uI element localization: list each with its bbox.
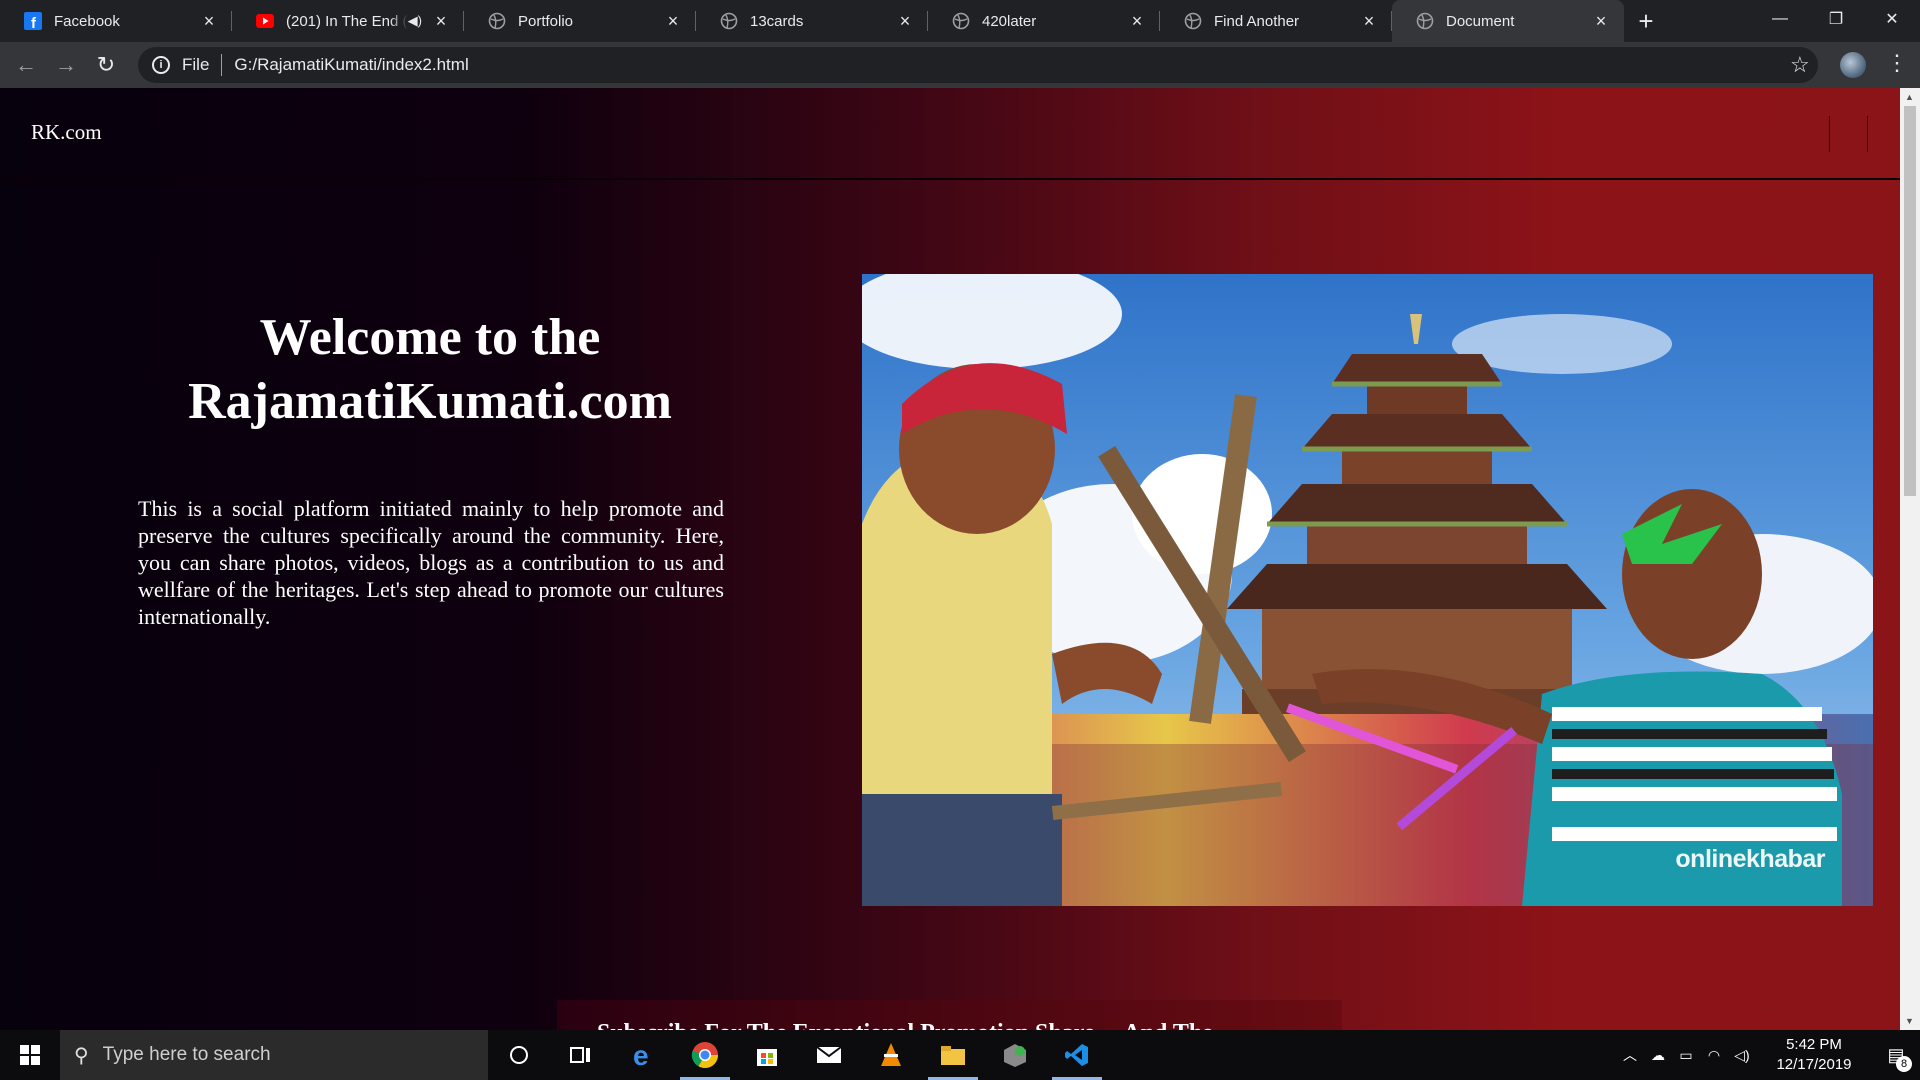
site-navbar: RK.com — [0, 88, 1900, 180]
globe-icon — [952, 12, 970, 30]
window-controls: — ❐ ✕ — [1752, 0, 1920, 42]
facebook-icon: f — [24, 12, 42, 30]
volume-icon[interactable]: ◁) — [1728, 1047, 1756, 1064]
task-view-icon[interactable] — [550, 1030, 612, 1080]
photo-watermark: onlinekhabar — [1675, 845, 1825, 873]
clock[interactable]: 5:42 PM 12/17/2019 — [1764, 1035, 1864, 1075]
vscode-icon[interactable] — [1046, 1030, 1108, 1080]
globe-icon — [488, 12, 506, 30]
hero-title-line2: RajamatiKumati.com — [188, 373, 672, 430]
chevron-up-icon[interactable]: ︿ — [1616, 1045, 1644, 1065]
tab-title: 13cards — [750, 12, 804, 30]
app-icon[interactable] — [984, 1030, 1046, 1080]
tab-youtube[interactable]: (201) In The End (C ◀) × — [232, 0, 464, 42]
search-placeholder: Type here to search — [102, 1044, 271, 1065]
close-window-icon[interactable]: ✕ — [1864, 0, 1920, 38]
menu-dots-icon[interactable]: ⋮ — [1886, 50, 1908, 76]
close-icon[interactable]: × — [200, 11, 218, 31]
tab-title: Facebook — [54, 12, 120, 30]
forward-arrow-icon[interactable]: → — [46, 45, 86, 85]
minimize-icon[interactable]: — — [1752, 0, 1808, 38]
close-icon[interactable]: × — [432, 11, 450, 31]
taskbar-search[interactable]: ⚲ Type here to search — [60, 1030, 488, 1080]
nav-divider — [1829, 116, 1830, 152]
close-icon[interactable]: × — [1592, 11, 1610, 31]
new-tab-button[interactable]: + — [1624, 0, 1668, 42]
scroll-thumb[interactable] — [1904, 106, 1916, 496]
notification-icon[interactable]: ▤ 8 — [1872, 1045, 1920, 1072]
close-icon[interactable]: × — [1360, 11, 1378, 31]
speaker-icon[interactable]: ◀) — [408, 13, 422, 29]
hero-description: This is a social platform initiated main… — [138, 496, 724, 629]
tab-document[interactable]: Document × — [1392, 0, 1624, 42]
mail-icon[interactable] — [798, 1030, 860, 1080]
clock-time: 5:42 PM — [1786, 1036, 1842, 1053]
site-brand[interactable]: RK.com — [31, 120, 102, 145]
avatar[interactable] — [1840, 52, 1866, 78]
subscribe-banner: Subscribe For The Exceptional Promotion … — [557, 1000, 1342, 1030]
info-icon[interactable]: i — [152, 56, 170, 74]
wifi-icon[interactable]: ◠ — [1700, 1047, 1728, 1064]
hero-title-line1: Welcome to the — [259, 309, 601, 366]
edge-icon[interactable]: e — [612, 1030, 674, 1080]
page-viewport: RK.com Welcome to the RajamatiKumati.com… — [0, 88, 1900, 1030]
svg-text:e: e — [633, 1042, 649, 1068]
url-text[interactable]: G:/RajamatiKumati/index2.html — [234, 55, 468, 75]
back-arrow-icon[interactable]: ← — [6, 45, 46, 85]
tab-title: Find Another — [1214, 12, 1300, 30]
system-tray: ︿ ☁ ▭ ◠ ◁) 5:42 PM 12/17/2019 ▤ 8 — [1616, 1030, 1920, 1080]
tab-13cards[interactable]: 13cards × — [696, 0, 928, 42]
scheme-label: File — [182, 55, 210, 74]
nav-divider — [1867, 116, 1868, 152]
cortana-icon[interactable] — [488, 1030, 550, 1080]
tab-find-another[interactable]: Find Another × — [1160, 0, 1392, 42]
clock-date: 12/17/2019 — [1776, 1056, 1852, 1073]
tab-420later[interactable]: 420later × — [928, 0, 1160, 42]
chrome-icon[interactable] — [674, 1030, 736, 1080]
tab-title: Document — [1446, 12, 1515, 30]
tab-title: (201) In The End (C — [286, 12, 408, 30]
file-explorer-icon[interactable] — [922, 1030, 984, 1080]
close-icon[interactable]: × — [664, 11, 682, 31]
scroll-down-arrow-icon[interactable]: ▼ — [1905, 1016, 1914, 1026]
globe-icon — [1416, 12, 1434, 30]
restore-icon[interactable]: ❐ — [1808, 0, 1864, 38]
hero-title: Welcome to the RajamatiKumati.com — [130, 306, 730, 434]
tab-facebook[interactable]: f Facebook × — [0, 0, 232, 42]
tab-title: Portfolio — [518, 12, 574, 30]
vlc-icon[interactable] — [860, 1030, 922, 1080]
windows-start-icon[interactable] — [0, 1030, 60, 1080]
subscribe-text: Subscribe For The Exceptional Promotion … — [597, 1020, 1213, 1030]
store-icon[interactable] — [736, 1030, 798, 1080]
battery-icon[interactable]: ▭ — [1672, 1047, 1700, 1064]
onedrive-icon[interactable]: ☁ — [1644, 1047, 1672, 1064]
address-bar[interactable]: i File G:/RajamatiKumati/index2.html — [138, 47, 1818, 83]
page-scrollbar[interactable]: ▲ ▼ — [1900, 88, 1920, 1030]
globe-icon — [1184, 12, 1202, 30]
globe-icon — [720, 12, 738, 30]
close-icon[interactable]: × — [896, 11, 914, 31]
notification-badge: 8 — [1896, 1055, 1912, 1072]
scroll-up-arrow-icon[interactable]: ▲ — [1905, 92, 1914, 102]
close-icon[interactable]: × — [1128, 11, 1146, 31]
tab-title: 420later — [982, 12, 1037, 30]
divider — [221, 54, 223, 76]
search-icon: ⚲ — [74, 1044, 89, 1067]
bookmark-star-icon[interactable]: ☆ — [1790, 52, 1810, 78]
festival-photo: onlinekhabar — [862, 274, 1873, 906]
reload-icon[interactable]: ↻ — [86, 45, 126, 85]
windows-taskbar: ⚲ Type here to search e ︿ ☁ ▭ ◠ ◁) 5:42 … — [0, 1030, 1920, 1080]
tab-portfolio[interactable]: Portfolio × — [464, 0, 696, 42]
tab-strip: f Facebook × (201) In The End (C ◀) × Po… — [0, 0, 1920, 42]
youtube-icon — [256, 12, 274, 30]
